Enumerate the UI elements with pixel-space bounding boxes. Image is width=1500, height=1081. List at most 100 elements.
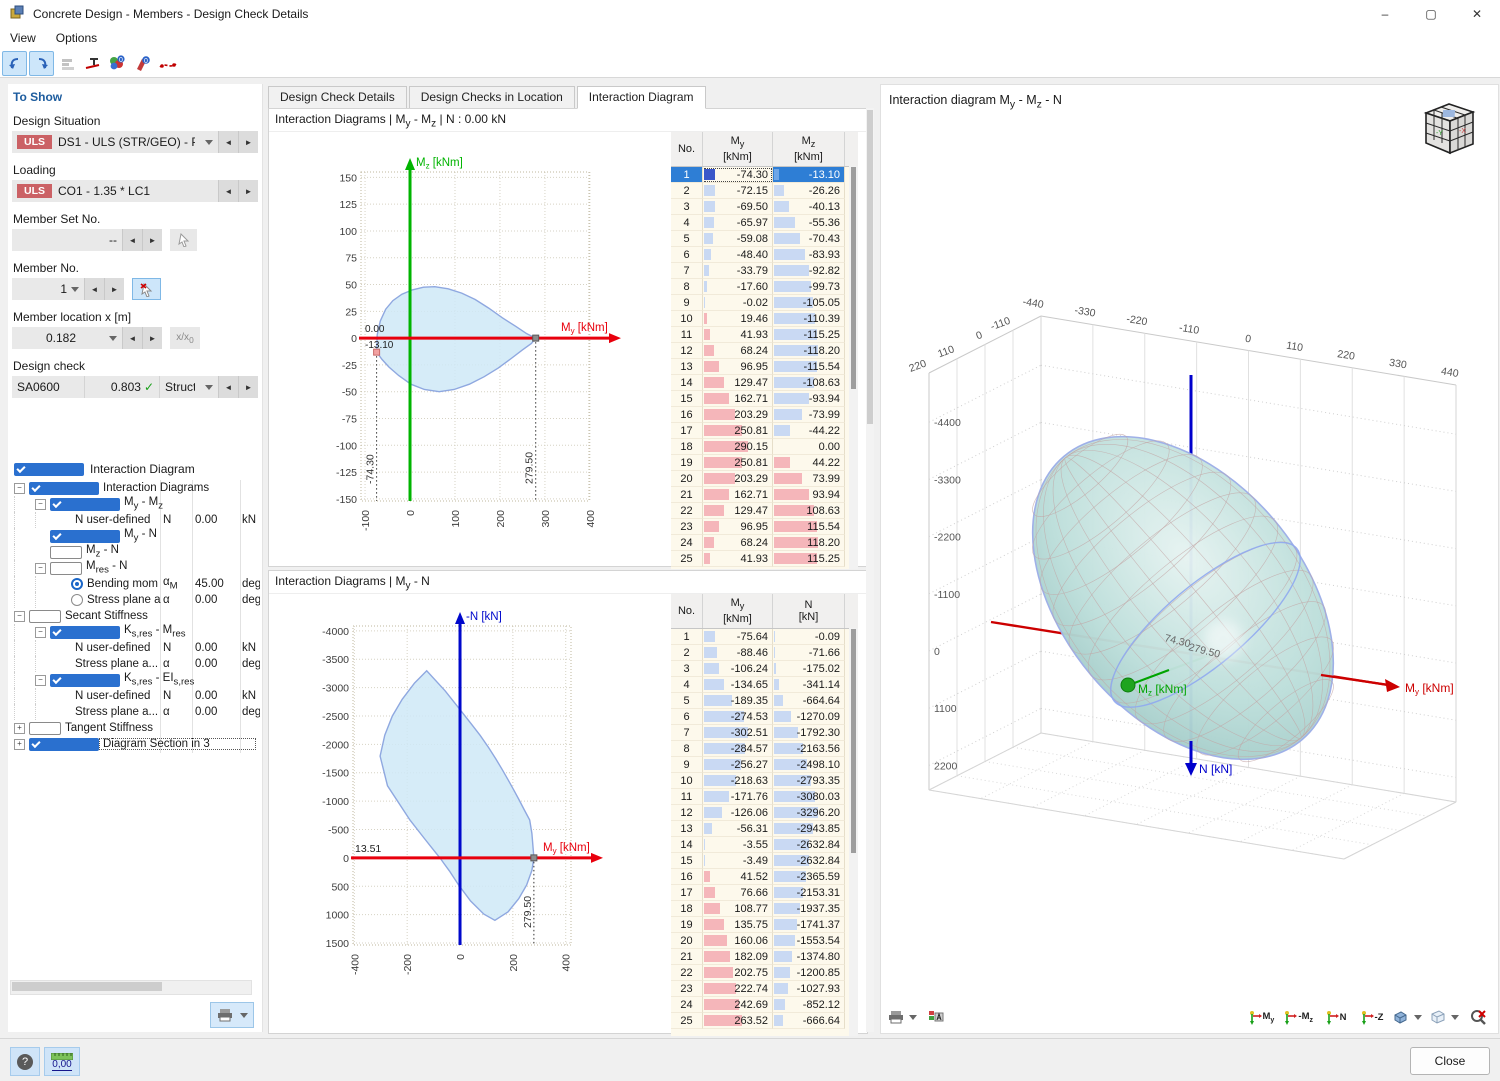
- expander-icon[interactable]: −: [14, 611, 25, 622]
- table-row[interactable]: 20160.06-1553.54: [671, 933, 858, 949]
- table-row[interactable]: 11-171.76-3080.03: [671, 789, 858, 805]
- isometric-view-button[interactable]: [1388, 1005, 1425, 1029]
- expander-icon[interactable]: −: [35, 627, 46, 638]
- view-axis-button-1[interactable]: -Mz: [1281, 1005, 1316, 1029]
- center-vertical-scrollbar[interactable]: [866, 108, 874, 1032]
- design-check-type-select[interactable]: Structural ...: [159, 376, 218, 398]
- table-row[interactable]: 1-75.64-0.09: [671, 629, 858, 645]
- tree-item[interactable]: Stress plane aα0.00deg: [14, 592, 256, 608]
- table-row[interactable]: 13-56.31-2943.85: [671, 821, 858, 837]
- tree-item[interactable]: −Ks,res - Mres: [14, 624, 256, 640]
- member-set-pick-button[interactable]: [170, 229, 197, 251]
- cancel-zoom-button[interactable]: [1462, 1005, 1494, 1029]
- table-row[interactable]: 25263.52-666.64: [671, 1013, 858, 1029]
- result-list-icon[interactable]: [56, 52, 79, 75]
- checkbox-checked-icon[interactable]: [50, 530, 120, 543]
- color-values-icon[interactable]: 0: [106, 52, 129, 75]
- tree-item[interactable]: −My - Mz: [14, 496, 256, 512]
- tree-item[interactable]: Stress plane a...α0.00deg: [14, 704, 256, 720]
- table-row[interactable]: 20203.2973.99: [671, 471, 858, 487]
- location-prev[interactable]: ◄: [122, 327, 142, 349]
- table-row[interactable]: 22202.75-1200.85: [671, 965, 858, 981]
- table-row[interactable]: 21182.09-1374.80: [671, 949, 858, 965]
- checkbox-icon[interactable]: [50, 546, 82, 559]
- help-button[interactable]: ?: [10, 1047, 40, 1076]
- table-row[interactable]: 1268.24-118.20: [671, 343, 858, 359]
- table-row[interactable]: 3-106.24-175.02: [671, 661, 858, 677]
- tree-item[interactable]: Bending momαM45.00deg: [14, 576, 256, 592]
- tree-item[interactable]: +Diagram Section in 3: [14, 736, 256, 752]
- table-row[interactable]: 4-65.97-55.36: [671, 215, 858, 231]
- print-button[interactable]: [210, 1002, 254, 1028]
- radio-icon[interactable]: [71, 594, 83, 606]
- interaction-diagram-root[interactable]: Interaction Diagram: [8, 460, 195, 476]
- table-row[interactable]: 23222.74-1027.93: [671, 981, 858, 997]
- table-row[interactable]: 15162.71-93.94: [671, 391, 858, 407]
- table-row[interactable]: 15-3.49-2632.84: [671, 853, 858, 869]
- design-check-next[interactable]: ►: [238, 376, 258, 398]
- table-row[interactable]: 7-302.51-1792.30: [671, 725, 858, 741]
- table-row[interactable]: 18108.77-1937.35: [671, 901, 858, 917]
- table-row[interactable]: 19135.75-1741.37: [671, 917, 858, 933]
- tab-1[interactable]: Design Checks in Location: [409, 86, 575, 109]
- tree-item[interactable]: −Secant Stiffness: [14, 608, 256, 624]
- table-row[interactable]: 2-88.46-71.66: [671, 645, 858, 661]
- table-row[interactable]: 2541.93115.25: [671, 551, 858, 567]
- table-row[interactable]: 2396.95115.54: [671, 519, 858, 535]
- menu-item-view[interactable]: View: [0, 28, 46, 50]
- member-pick-button[interactable]: [132, 278, 161, 300]
- expander-icon[interactable]: +: [14, 739, 25, 750]
- checkbox-checked-icon[interactable]: [50, 498, 120, 511]
- column-header[interactable]: No.: [671, 132, 703, 166]
- expander-icon[interactable]: −: [35, 675, 46, 686]
- table-row[interactable]: 4-134.65-341.14: [671, 677, 858, 693]
- loading-select[interactable]: ULS CO1 - 1.35 * LC1: [12, 180, 218, 202]
- navigation-cube[interactable]: -Y -X: [1414, 97, 1482, 161]
- tree-item[interactable]: −Ks,res - EIs,res: [14, 672, 256, 688]
- table-row[interactable]: 3-69.50-40.13: [671, 199, 858, 215]
- close-button[interactable]: Close: [1410, 1047, 1490, 1075]
- checkbox-checked-icon[interactable]: [50, 674, 120, 687]
- column-header[interactable]: My[kNm]: [703, 594, 773, 628]
- table-scrollbar[interactable]: [849, 628, 858, 1036]
- tree-item[interactable]: N user-definedN0.00kN: [14, 512, 256, 528]
- table-row[interactable]: 1641.52-2365.59: [671, 869, 858, 885]
- checkbox-icon[interactable]: [29, 610, 61, 623]
- tree-item[interactable]: +Tangent Stiffness: [14, 720, 256, 736]
- table-row[interactable]: 1141.93-115.25: [671, 327, 858, 343]
- table-row[interactable]: 5-189.35-664.64: [671, 693, 858, 709]
- table-row[interactable]: 17250.81-44.22: [671, 423, 858, 439]
- table-row[interactable]: 1396.95-115.54: [671, 359, 858, 375]
- design-situation-next[interactable]: ►: [238, 131, 258, 153]
- table-row[interactable]: 21162.7193.94: [671, 487, 858, 503]
- member-values-icon[interactable]: 0: [131, 52, 154, 75]
- relative-location-button[interactable]: x/x0: [170, 327, 200, 349]
- table-row[interactable]: 1019.46-110.39: [671, 311, 858, 327]
- close-window-button[interactable]: ✕: [1454, 0, 1500, 28]
- interaction-surface-3d[interactable]: -4400-3300-2200-1100011002200-440-330-22…: [881, 85, 1496, 1031]
- design-situation-prev[interactable]: ◄: [218, 131, 238, 153]
- tree-item[interactable]: N user-definedN0.00kN: [14, 640, 256, 656]
- table-row[interactable]: 14129.47-108.63: [671, 375, 858, 391]
- print-3d-button[interactable]: [885, 1005, 920, 1029]
- tab-2[interactable]: Interaction Diagram: [577, 86, 706, 109]
- column-header[interactable]: N[kN]: [773, 594, 845, 628]
- design-check-code[interactable]: SA0600: [12, 376, 84, 398]
- member-set-prev[interactable]: ◄: [122, 229, 142, 251]
- table-row[interactable]: 2468.24118.20: [671, 535, 858, 551]
- column-header[interactable]: No.: [671, 594, 703, 628]
- tab-0[interactable]: Design Check Details: [268, 86, 407, 109]
- design-situation-select[interactable]: ULS DS1 - ULS (STR/GEO) - Perma...: [12, 131, 218, 153]
- table-row[interactable]: 6-274.53-1270.09: [671, 709, 858, 725]
- reference-length-icon[interactable]: [81, 52, 104, 75]
- expander-icon[interactable]: −: [35, 499, 46, 510]
- view-axis-button-0[interactable]: My: [1245, 1005, 1277, 1029]
- expander-icon[interactable]: −: [14, 483, 25, 494]
- design-check-prev[interactable]: ◄: [218, 376, 238, 398]
- table-row[interactable]: 10-218.63-2793.35: [671, 773, 858, 789]
- display-properties-button[interactable]: [920, 1005, 952, 1029]
- view-axis-button-2[interactable]: N: [1320, 1005, 1352, 1029]
- location-input[interactable]: 0.182: [12, 327, 122, 349]
- loading-prev[interactable]: ◄: [218, 180, 238, 202]
- table-row[interactable]: 6-48.40-83.93: [671, 247, 858, 263]
